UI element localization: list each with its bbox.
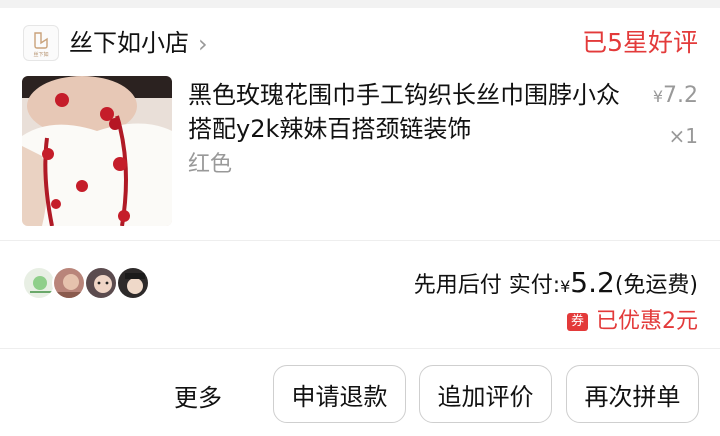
- discount-text: 已优惠2元: [596, 309, 698, 334]
- refund-button[interactable]: 申请退款: [273, 365, 406, 423]
- shipping-note: (免运费): [614, 273, 698, 298]
- discount-info: 券已优惠2元: [566, 306, 698, 338]
- currency-symbol: ¥: [652, 87, 663, 106]
- divider: [0, 240, 720, 241]
- shop-logo-icon: 丝下如: [33, 32, 49, 58]
- avatar: [116, 266, 150, 300]
- product-variant: 红色: [188, 152, 233, 177]
- shop-name[interactable]: 丝下如小店: [69, 27, 189, 59]
- product-photo: [22, 76, 172, 226]
- avatar: [84, 266, 118, 300]
- divider: [0, 348, 720, 349]
- order-card: 丝下如 丝下如小店 › 已5星好评 黑色玫瑰花围巾手工钩织长丝巾围脖小众搭配y2…: [0, 8, 720, 436]
- paid-amount: 5.2: [570, 266, 615, 299]
- svg-text:丝下如: 丝下如: [33, 51, 48, 58]
- buy-again-button[interactable]: 再次拼单: [566, 365, 699, 423]
- payment-summary: 先用后付 实付:¥5.2(免运费): [414, 266, 698, 304]
- more-button[interactable]: 更多: [174, 381, 222, 415]
- add-review-button[interactable]: 追加评价: [419, 365, 552, 423]
- product-price: ¥7.2: [653, 82, 698, 111]
- price-value: 7.2: [663, 83, 698, 108]
- currency-symbol: ¥: [560, 277, 571, 296]
- payment-label: 先用后付 实付:: [413, 273, 561, 298]
- coupon-icon: 券: [566, 313, 588, 331]
- review-status: 已5星好评: [582, 28, 698, 57]
- avatar: [22, 266, 56, 300]
- chevron-right-icon[interactable]: ›: [198, 28, 208, 60]
- shop-logo[interactable]: 丝下如: [23, 25, 59, 61]
- product-title[interactable]: 黑色玫瑰花围巾手工钩织长丝巾围脖小众搭配y2k辣妹百搭颈链装饰: [188, 78, 628, 146]
- avatar: [52, 266, 86, 300]
- product-quantity: ×1: [668, 124, 698, 148]
- product-image[interactable]: [22, 76, 172, 226]
